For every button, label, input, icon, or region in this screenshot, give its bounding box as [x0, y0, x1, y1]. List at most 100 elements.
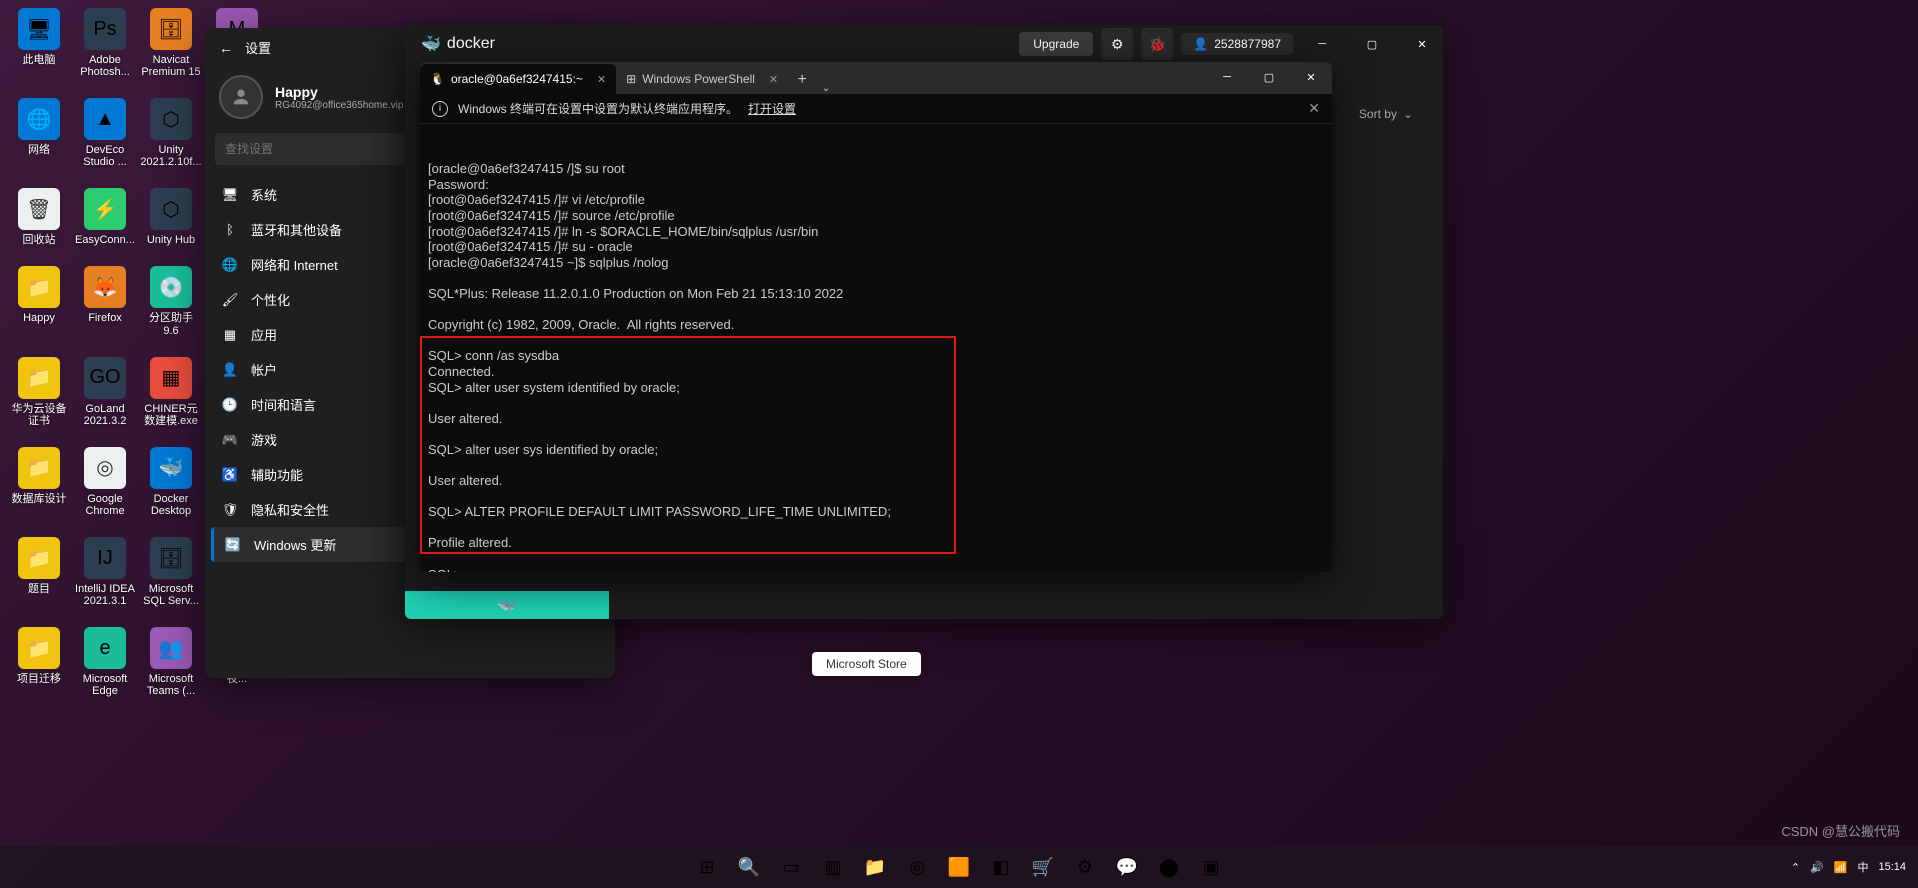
sort-by-dropdown[interactable]: Sort by ⌄: [1359, 107, 1413, 121]
taskbar-item[interactable]: ▥: [815, 849, 851, 885]
desktop-icon[interactable]: ▦CHINER元数建模.exe: [140, 357, 202, 427]
app-icon: 📁: [18, 266, 60, 308]
icon-label: 此电脑: [23, 54, 56, 66]
desktop-icon[interactable]: 🦊 Firefox: [74, 266, 136, 336]
icon-label: GoLand 2021.3.2: [74, 403, 136, 427]
icon-label: 回收站: [23, 234, 56, 246]
bug-icon[interactable]: 🐞: [1141, 28, 1173, 60]
icon-label: Firefox: [88, 312, 122, 324]
icon-label: Microsoft Edge: [74, 673, 136, 697]
desktop-icon[interactable]: ⬡Unity Hub: [140, 188, 202, 246]
open-settings-link[interactable]: 打开设置: [748, 100, 796, 117]
profile-email: RG4092@office365home.vip: [275, 100, 403, 111]
tab-label: Windows PowerShell: [642, 72, 755, 86]
tab-close-button[interactable]: ✕: [769, 73, 778, 86]
desktop-icon[interactable]: 📁项目迁移: [8, 627, 70, 697]
maximize-button[interactable]: ▢: [1351, 29, 1393, 59]
taskbar: ⊞🔍▭▥📁◎🟧◧🛒⚙💬⬤▣ ⌃ 🔊 📶 中 15:14: [0, 846, 1918, 888]
icon-label: Unity 2021.2.10f...: [140, 144, 202, 168]
desktop-icon[interactable]: IJIntelliJ IDEA 2021.3.1: [74, 537, 136, 607]
taskbar-item[interactable]: 🛒: [1025, 849, 1061, 885]
system-tray[interactable]: ⌃ 🔊 📶 中 15:14: [1791, 859, 1906, 875]
app-icon: 📁: [18, 537, 60, 579]
clock[interactable]: 15:14: [1878, 861, 1906, 873]
icon-label: Navicat Premium 15: [140, 54, 202, 78]
ime-icon[interactable]: 中: [1857, 859, 1868, 875]
nav-label: 系统: [251, 185, 277, 204]
app-icon: ▦: [150, 357, 192, 399]
nav-label: 个性化: [251, 290, 290, 309]
tab-icon: ⊞: [626, 72, 636, 86]
icon-label: Microsoft Teams (...: [140, 673, 202, 697]
app-icon: GO: [84, 357, 126, 399]
desktop-icon[interactable]: 📁华为云设备证书: [8, 357, 70, 427]
desktop-icon[interactable]: 🖥此电脑: [8, 8, 70, 78]
desktop-icon[interactable]: 👥 Microsoft Teams (...: [140, 627, 202, 697]
docker-icon: 🐳: [421, 34, 441, 54]
icon-label: IntelliJ IDEA 2021.3.1: [74, 583, 136, 607]
desktop-icon[interactable]: ◎Google Chrome: [74, 447, 136, 517]
minimize-button[interactable]: ─: [1301, 29, 1343, 59]
taskbar-item[interactable]: 🔍: [731, 849, 767, 885]
taskbar-item[interactable]: ⬤: [1151, 849, 1187, 885]
taskbar-item[interactable]: ▭: [773, 849, 809, 885]
terminal-body[interactable]: [oracle@0a6ef3247415 /]$ su root Passwor…: [420, 124, 1332, 572]
tab-dropdown-button[interactable]: ⌄: [816, 83, 836, 94]
taskbar-item[interactable]: ⊞: [689, 849, 725, 885]
desktop-icon[interactable]: 📁 题目: [8, 537, 70, 607]
app-icon: 👥: [150, 627, 192, 669]
desktop-icon[interactable]: 📁 Happy: [8, 266, 70, 336]
nav-icon: 🎮: [221, 431, 239, 449]
taskbar-item[interactable]: ⚙: [1067, 849, 1103, 885]
terminal-tab[interactable]: 🐧oracle@0a6ef3247415:~✕: [420, 64, 616, 94]
desktop-icon[interactable]: 🗑回收站: [8, 188, 70, 246]
wifi-icon[interactable]: 📶: [1834, 861, 1848, 874]
app-icon: 🦊: [84, 266, 126, 308]
taskbar-item[interactable]: ◧: [983, 849, 1019, 885]
minimize-button[interactable]: ─: [1206, 62, 1248, 92]
tooltip: Microsoft Store: [812, 652, 921, 676]
desktop-icon[interactable]: ⬡Unity 2021.2.10f...: [140, 98, 202, 168]
desktop-icon[interactable]: 📁数据库设计: [8, 447, 70, 517]
dismiss-button[interactable]: ✕: [1308, 100, 1320, 117]
taskbar-item[interactable]: ▣: [1193, 849, 1229, 885]
close-button[interactable]: ✕: [1401, 29, 1443, 59]
docker-logo: 🐳 docker: [421, 34, 495, 54]
desktop-icon[interactable]: 🌐网络: [8, 98, 70, 168]
close-button[interactable]: ✕: [1290, 62, 1332, 92]
profile-name: Happy: [275, 84, 403, 100]
desktop-icon[interactable]: 🗄Microsoft SQL Serv...: [140, 537, 202, 607]
user-badge[interactable]: 👤 2528877987: [1181, 33, 1293, 55]
icon-label: Docker Desktop: [140, 493, 202, 517]
desktop-icon[interactable]: ▲DevEco Studio ...: [74, 98, 136, 168]
icon-label: EasyConn...: [75, 234, 135, 246]
new-tab-button[interactable]: +: [788, 66, 816, 94]
app-icon: ⚡: [84, 188, 126, 230]
terminal-tab[interactable]: ⊞ Windows PowerShell ✕: [616, 64, 788, 94]
desktop-icon[interactable]: 💿分区助手 9.6: [140, 266, 202, 336]
desktop-icon[interactable]: eMicrosoft Edge: [74, 627, 136, 697]
icon-label: 题目: [28, 583, 50, 595]
icon-label: Happy: [23, 312, 55, 324]
taskbar-item[interactable]: 📁: [857, 849, 893, 885]
upgrade-button[interactable]: Upgrade: [1019, 32, 1093, 56]
volume-icon[interactable]: 🔊: [1810, 861, 1824, 874]
taskbar-item[interactable]: 🟧: [941, 849, 977, 885]
desktop-icon[interactable]: 🗄 Navicat Premium 15: [140, 8, 202, 78]
nav-icon: ▦: [221, 326, 239, 344]
taskbar-item[interactable]: 💬: [1109, 849, 1145, 885]
desktop-icon[interactable]: PsAdobe Photosh...: [74, 8, 136, 78]
taskbar-item[interactable]: ◎: [899, 849, 935, 885]
maximize-button[interactable]: ▢: [1248, 62, 1290, 92]
desktop-icon[interactable]: 🐳Docker Desktop: [140, 447, 202, 517]
chevron-up-icon[interactable]: ⌃: [1791, 861, 1800, 874]
desktop-icon[interactable]: GO GoLand 2021.3.2: [74, 357, 136, 427]
app-icon: 🗄: [150, 8, 192, 50]
app-icon: ▲: [84, 98, 126, 140]
back-button[interactable]: ←: [219, 40, 233, 56]
gear-icon[interactable]: ⚙: [1101, 28, 1133, 60]
app-icon: 🗄: [150, 537, 192, 579]
app-icon: ◎: [84, 447, 126, 489]
desktop-icon[interactable]: ⚡ EasyConn...: [74, 188, 136, 246]
tab-close-button[interactable]: ✕: [597, 73, 606, 86]
